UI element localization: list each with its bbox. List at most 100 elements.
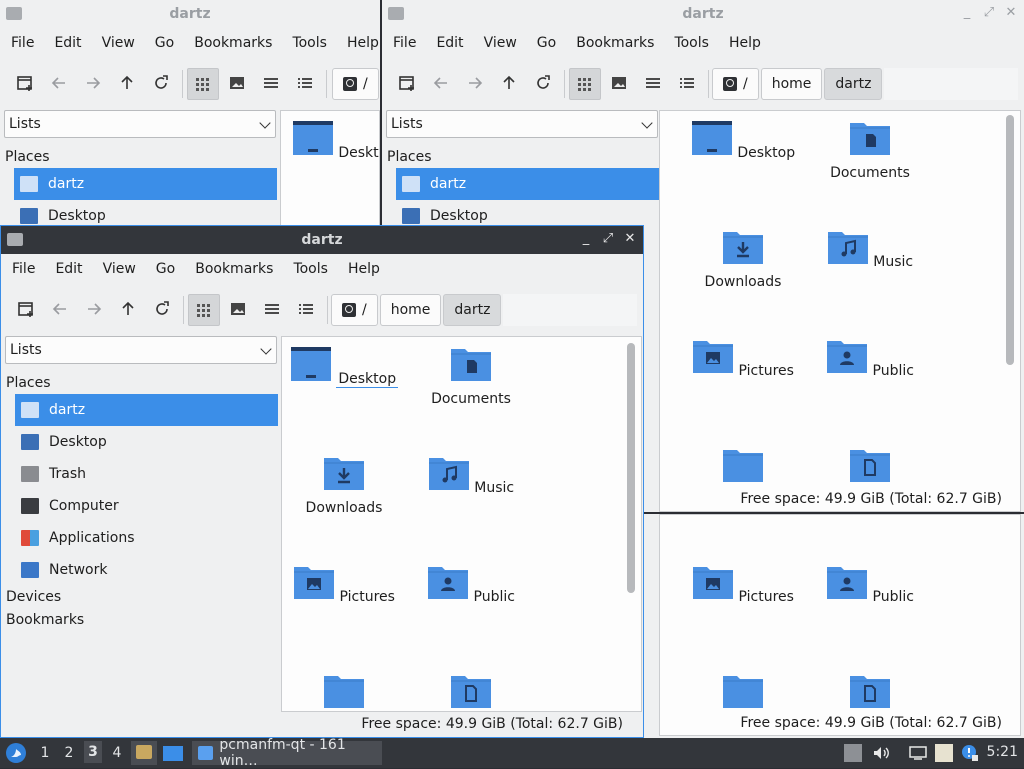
side-pane-mode-select[interactable]: Lists bbox=[4, 110, 276, 138]
file-item-folder[interactable] bbox=[683, 672, 803, 714]
show-desktop-icon[interactable] bbox=[163, 746, 183, 761]
menu-help[interactable]: Help bbox=[337, 30, 380, 56]
back-button[interactable] bbox=[45, 294, 75, 324]
clock[interactable]: 5:21 bbox=[987, 744, 1018, 760]
compact-view-button[interactable] bbox=[638, 68, 668, 98]
desktop-switch-1[interactable]: 1 bbox=[37, 745, 53, 761]
menu-file[interactable]: File bbox=[382, 30, 426, 56]
reload-button[interactable] bbox=[146, 68, 176, 98]
menu-go[interactable]: Go bbox=[527, 30, 566, 56]
new-tab-button[interactable] bbox=[11, 294, 41, 324]
sidebar-item-desktop[interactable]: Desktop bbox=[14, 200, 277, 226]
icon-view-button[interactable] bbox=[187, 68, 219, 100]
file-item-templates[interactable] bbox=[810, 446, 930, 488]
start-menu-icon[interactable] bbox=[5, 742, 27, 764]
sidebar-item-dartz[interactable]: dartz bbox=[14, 168, 277, 200]
file-item-templates[interactable] bbox=[411, 672, 531, 711]
compact-view-button[interactable] bbox=[257, 294, 287, 324]
clipboard-icon[interactable] bbox=[935, 744, 953, 762]
up-button[interactable] bbox=[113, 294, 143, 324]
close-icon[interactable]: ✕ bbox=[1004, 5, 1018, 21]
detailed-view-button[interactable] bbox=[291, 294, 321, 324]
devices-heading[interactable]: Devices bbox=[6, 589, 61, 605]
titlebar[interactable]: dartz _ ⤢ ✕ bbox=[1, 226, 643, 254]
icon-view-button[interactable] bbox=[569, 68, 601, 100]
menu-tools[interactable]: Tools bbox=[664, 30, 719, 56]
thumbnail-view-button[interactable] bbox=[604, 68, 634, 98]
menu-file[interactable]: File bbox=[1, 256, 45, 282]
forward-button[interactable] bbox=[79, 294, 109, 324]
path-bar-empty[interactable] bbox=[503, 294, 637, 326]
file-item-public[interactable]: Public bbox=[810, 563, 930, 605]
file-item-public[interactable]: Public bbox=[810, 337, 930, 379]
menu-bookmarks[interactable]: Bookmarks bbox=[185, 256, 283, 282]
detailed-view-button[interactable] bbox=[290, 68, 320, 98]
file-item-pictures[interactable]: Pictures bbox=[683, 563, 803, 605]
icon-view-button[interactable] bbox=[188, 294, 220, 326]
menu-tools[interactable]: Tools bbox=[283, 256, 338, 282]
bookmarks-heading[interactable]: Bookmarks bbox=[6, 612, 84, 628]
file-item-documents[interactable]: Documents bbox=[411, 345, 531, 407]
desktop-switch-2[interactable]: 2 bbox=[61, 745, 77, 761]
volume-icon[interactable] bbox=[872, 744, 890, 762]
thumbnail-view-button[interactable] bbox=[223, 294, 253, 324]
minimize-icon[interactable]: _ bbox=[579, 231, 593, 247]
minimize-icon[interactable]: _ bbox=[960, 5, 974, 21]
desktop-switch-4[interactable]: 4 bbox=[109, 745, 125, 761]
file-item-templates[interactable] bbox=[810, 672, 930, 714]
menu-edit[interactable]: Edit bbox=[426, 30, 473, 56]
menu-bookmarks[interactable]: Bookmarks bbox=[184, 30, 282, 56]
file-item-folder[interactable] bbox=[683, 446, 803, 488]
menu-help[interactable]: Help bbox=[719, 30, 771, 56]
file-manager-launcher[interactable] bbox=[131, 741, 157, 765]
titlebar[interactable]: dartz bbox=[0, 0, 380, 28]
file-item-downloads[interactable]: Downloads bbox=[683, 228, 803, 290]
path-bar-empty[interactable] bbox=[884, 68, 1018, 100]
menu-go[interactable]: Go bbox=[146, 256, 185, 282]
file-item-desktop[interactable]: Desktop bbox=[683, 119, 803, 161]
file-item-documents[interactable]: Documents bbox=[810, 119, 930, 181]
sidebar-item-trash[interactable]: Trash bbox=[15, 458, 278, 490]
file-item-pictures[interactable]: Pictures bbox=[284, 563, 404, 605]
back-button[interactable] bbox=[44, 68, 74, 98]
up-button[interactable] bbox=[112, 68, 142, 98]
file-item-pictures[interactable]: Pictures bbox=[683, 337, 803, 379]
sidebar-item-applications[interactable]: Applications bbox=[15, 522, 278, 554]
sidebar-item-dartz[interactable]: dartz bbox=[396, 168, 659, 200]
sidebar-item-computer[interactable]: Computer bbox=[15, 490, 278, 522]
taskbar-task-pcmanfm[interactable]: pcmanfm-qt - 161 win… bbox=[192, 737, 382, 769]
file-view[interactable]: Desktop Documents Downloads Music Pictur… bbox=[659, 110, 1021, 512]
new-tab-button[interactable] bbox=[392, 68, 422, 98]
maximize-icon[interactable]: ⤢ bbox=[982, 5, 996, 21]
path-root-button[interactable]: / bbox=[332, 68, 379, 100]
menu-edit[interactable]: Edit bbox=[45, 256, 92, 282]
compact-view-button[interactable] bbox=[256, 68, 286, 98]
desktop-switch-3[interactable]: 3 bbox=[84, 741, 102, 763]
menu-tools[interactable]: Tools bbox=[282, 30, 337, 56]
close-icon[interactable]: ✕ bbox=[623, 231, 637, 247]
scrollbar-thumb[interactable] bbox=[627, 343, 635, 593]
tray-update-icon[interactable] bbox=[844, 744, 862, 762]
path-root-button[interactable]: / bbox=[331, 294, 378, 326]
sidebar-item-desktop[interactable]: Desktop bbox=[15, 426, 278, 458]
menu-view[interactable]: View bbox=[92, 30, 145, 56]
path-home-button[interactable]: home bbox=[760, 68, 823, 100]
file-item-desktop[interactable]: Desktop bbox=[284, 119, 379, 161]
side-pane-mode-select[interactable]: Lists bbox=[5, 336, 277, 364]
file-item-public[interactable]: Public bbox=[411, 563, 531, 605]
menu-view[interactable]: View bbox=[474, 30, 527, 56]
menu-edit[interactable]: Edit bbox=[44, 30, 91, 56]
maximize-icon[interactable]: ⤢ bbox=[601, 231, 615, 247]
path-home-button[interactable]: home bbox=[379, 294, 442, 326]
file-item-music[interactable]: Music bbox=[810, 228, 930, 270]
menu-view[interactable]: View bbox=[93, 256, 146, 282]
menu-help[interactable]: Help bbox=[338, 256, 390, 282]
up-button[interactable] bbox=[494, 68, 524, 98]
new-tab-button[interactable] bbox=[10, 68, 40, 98]
window-back-left[interactable]: dartz File Edit View Go Bookmarks Tools … bbox=[0, 0, 380, 226]
forward-button[interactable] bbox=[78, 68, 108, 98]
notification-icon[interactable] bbox=[961, 744, 979, 762]
window-active[interactable]: dartz _ ⤢ ✕ File Edit View Go Bookmarks … bbox=[0, 225, 644, 738]
window-back-bottom[interactable]: Pictures Public Free space: 49.9 GiB (To… bbox=[644, 514, 1024, 738]
network-tray-icon[interactable] bbox=[908, 744, 927, 762]
